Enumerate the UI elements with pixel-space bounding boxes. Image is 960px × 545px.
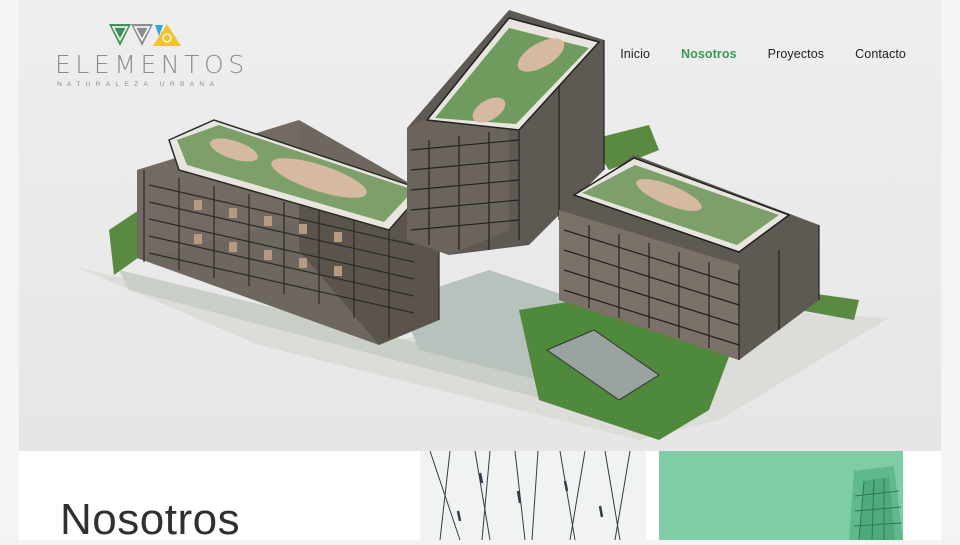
brand-logo[interactable]: ELEMENTOS NATURALEZA URBANA [55, 20, 245, 95]
nav-item-inicio[interactable]: Inicio [620, 47, 650, 61]
lines-pattern [429, 451, 631, 540]
glass-facade-graphic [849, 466, 903, 540]
left-gutter [0, 0, 19, 540]
hero-banner: ELEMENTOS NATURALEZA URBANA Inicio Nosot… [19, 0, 941, 451]
right-gutter [941, 0, 960, 540]
page: ELEMENTOS NATURALEZA URBANA Inicio Nosot… [19, 0, 941, 544]
architecture-lines-image [420, 451, 646, 540]
nav-item-proyectos[interactable]: Proyectos [768, 47, 824, 61]
section-title: Nosotros [60, 495, 241, 544]
brand-name: ELEMENTOS [55, 50, 249, 79]
nav-item-contacto[interactable]: Contacto [855, 47, 906, 61]
nav-item-nosotros[interactable]: Nosotros [681, 47, 737, 61]
about-section: Nosotros [19, 451, 941, 544]
logo-mark-icon [109, 24, 181, 46]
main-nav: Inicio Nosotros Proyectos Contacto [589, 47, 906, 61]
glass-building-image [659, 451, 903, 540]
brand-tagline: NATURALEZA URBANA [57, 81, 220, 88]
